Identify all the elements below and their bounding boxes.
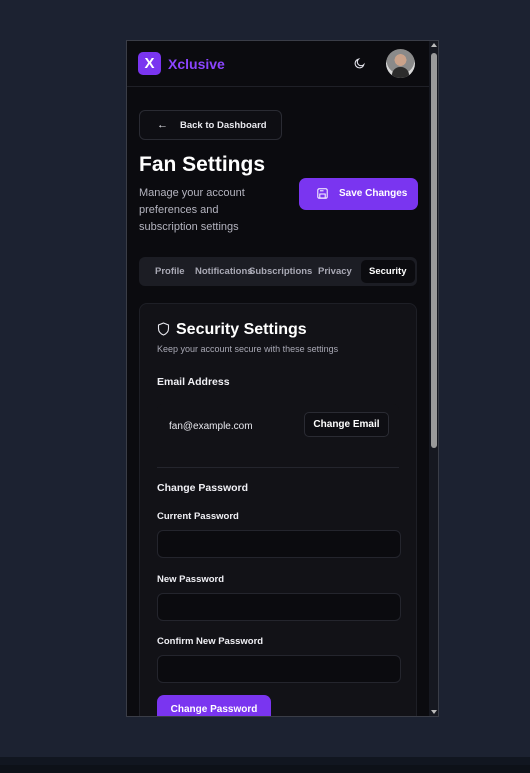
scrollbar[interactable] bbox=[429, 41, 438, 716]
app-window: X Xclusive ← Back to Dashboard Fan Setti… bbox=[126, 40, 439, 717]
current-password-input[interactable] bbox=[157, 530, 401, 558]
change-email-button[interactable]: Change Email bbox=[304, 412, 389, 437]
scroll-up-icon[interactable] bbox=[431, 43, 437, 47]
tab-privacy[interactable]: Privacy bbox=[318, 266, 352, 277]
security-title: Security Settings bbox=[157, 321, 307, 339]
email-heading: Email Address bbox=[157, 376, 230, 388]
tab-notifications[interactable]: Notifications bbox=[195, 266, 253, 277]
scrollbar-thumb[interactable] bbox=[431, 53, 437, 448]
avatar[interactable] bbox=[386, 49, 415, 78]
page-title: Fan Settings bbox=[139, 153, 266, 176]
security-title-text: Security Settings bbox=[176, 321, 307, 338]
new-password-label: New Password bbox=[157, 574, 225, 585]
save-icon bbox=[317, 188, 328, 199]
confirm-password-label: Confirm New Password bbox=[157, 636, 264, 647]
back-button-label: Back to Dashboard bbox=[180, 120, 267, 131]
settings-tabs: Profile Notifications Subscriptions Priv… bbox=[139, 257, 417, 286]
change-password-button[interactable]: Change Password bbox=[157, 695, 271, 716]
change-password-heading: Change Password bbox=[157, 482, 249, 494]
moon-icon[interactable] bbox=[354, 57, 366, 69]
save-changes-button[interactable]: Save Changes bbox=[299, 178, 418, 210]
tab-subscriptions[interactable]: Subscriptions bbox=[249, 266, 312, 277]
divider bbox=[157, 467, 399, 468]
taskbar-strip bbox=[0, 757, 530, 773]
brand-name[interactable]: Xclusive bbox=[168, 56, 225, 72]
save-button-label: Save Changes bbox=[339, 188, 408, 199]
back-to-dashboard-button[interactable]: ← Back to Dashboard bbox=[139, 110, 282, 140]
current-password-label: Current Password bbox=[157, 511, 239, 522]
top-header: X Xclusive bbox=[127, 41, 429, 87]
email-value: fan@example.com bbox=[169, 421, 253, 432]
logo-icon[interactable]: X bbox=[138, 52, 161, 75]
new-password-input[interactable] bbox=[157, 593, 401, 621]
security-subtitle: Keep your account secure with these sett… bbox=[157, 344, 339, 354]
arrow-left-icon: ← bbox=[157, 119, 168, 131]
tab-profile[interactable]: Profile bbox=[155, 266, 185, 277]
tab-security[interactable]: Security bbox=[361, 260, 415, 283]
scroll-down-icon[interactable] bbox=[431, 710, 437, 714]
confirm-password-input[interactable] bbox=[157, 655, 401, 683]
page-subtitle: Manage your account preferences and subs… bbox=[139, 187, 245, 233]
